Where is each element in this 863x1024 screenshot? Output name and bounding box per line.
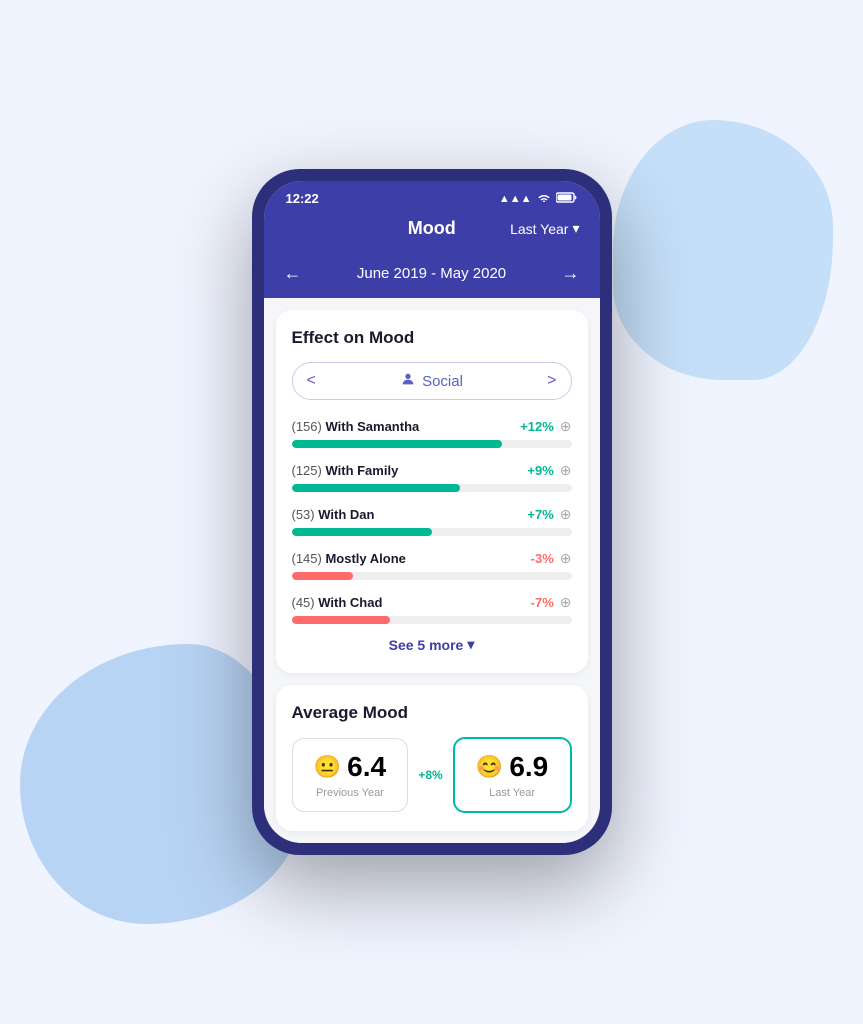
mood-row: (45) With Chad -7% ⊕ xyxy=(292,594,572,611)
mood-item: (45) With Chad -7% ⊕ xyxy=(292,594,572,624)
zoom-icon[interactable]: ⊕ xyxy=(560,462,572,479)
mood-label: (156) With Samantha xyxy=(292,419,420,434)
previous-year-box: 😐 6.4 Previous Year xyxy=(292,738,409,812)
see-more-button[interactable]: See 5 more ▾ xyxy=(292,628,572,655)
current-label: Last Year xyxy=(467,787,558,799)
current-value: 😊 6.9 xyxy=(467,751,558,783)
bar-fill xyxy=(292,484,460,492)
effect-on-mood-card: Effect on Mood < Social > xyxy=(276,310,588,673)
battery-icon xyxy=(556,192,578,206)
current-year-box: 😊 6.9 Last Year xyxy=(453,737,572,813)
mood-value: -7% xyxy=(531,595,554,610)
bar-track xyxy=(292,440,572,448)
blob-right xyxy=(613,120,833,380)
mood-label: (53) With Dan xyxy=(292,507,375,522)
mood-row: (125) With Family +9% ⊕ xyxy=(292,462,572,479)
bar-fill xyxy=(292,572,354,580)
bar-track xyxy=(292,616,572,624)
current-emoji: 😊 xyxy=(476,754,503,780)
previous-label: Previous Year xyxy=(305,787,396,799)
app-header: Mood Last Year ▾ xyxy=(264,212,600,253)
status-bar: 12:22 ▲▲▲ xyxy=(264,181,600,212)
category-prev-chevron[interactable]: < xyxy=(307,372,316,390)
mood-row: (156) With Samantha +12% ⊕ xyxy=(292,418,572,435)
mood-label: (125) With Family xyxy=(292,463,399,478)
time-label: 12:22 xyxy=(286,191,319,206)
period-chevron: ▾ xyxy=(572,220,579,237)
mood-items-list: (156) With Samantha +12% ⊕ (125) With Fa… xyxy=(292,418,572,624)
nav-next-button[interactable]: → xyxy=(562,263,580,284)
previous-number: 6.4 xyxy=(347,751,386,783)
nav-prev-button[interactable]: ← xyxy=(284,263,302,284)
previous-value: 😐 6.4 xyxy=(305,751,396,783)
phone-screen: 12:22 ▲▲▲ xyxy=(264,181,600,843)
current-number: 6.9 xyxy=(509,751,548,783)
zoom-icon[interactable]: ⊕ xyxy=(560,594,572,611)
mood-value: +9% xyxy=(527,463,553,478)
scene: 12:22 ▲▲▲ xyxy=(0,0,863,1024)
mood-item: (156) With Samantha +12% ⊕ xyxy=(292,418,572,448)
period-selector[interactable]: Last Year ▾ xyxy=(510,220,579,237)
mood-row: (145) Mostly Alone -3% ⊕ xyxy=(292,550,572,567)
wifi-icon xyxy=(537,192,551,205)
effect-card-title: Effect on Mood xyxy=(292,328,572,348)
period-label: Last Year xyxy=(510,221,568,237)
header-title: Mood xyxy=(408,218,456,239)
average-mood-card: Average Mood 😐 6.4 Previous Year +8% xyxy=(276,685,588,831)
nav-bar: ← June 2019 - May 2020 → xyxy=(264,253,600,298)
category-label: Social xyxy=(400,371,463,391)
mood-label: (45) With Chad xyxy=(292,595,383,610)
bar-track xyxy=(292,484,572,492)
see-more-label: See 5 more xyxy=(389,637,464,653)
bar-track xyxy=(292,528,572,536)
bar-track xyxy=(292,572,572,580)
change-badge: +8% xyxy=(418,768,442,782)
category-icon xyxy=(400,371,416,391)
previous-emoji: 😐 xyxy=(314,754,341,780)
average-mood-title: Average Mood xyxy=(292,703,572,723)
category-name: Social xyxy=(422,373,463,390)
zoom-icon[interactable]: ⊕ xyxy=(560,418,572,435)
zoom-icon[interactable]: ⊕ xyxy=(560,550,572,567)
avg-mood-row: 😐 6.4 Previous Year +8% 😊 6.9 Last Year xyxy=(292,737,572,813)
phone-frame: 12:22 ▲▲▲ xyxy=(252,169,612,855)
mood-value: -3% xyxy=(531,551,554,566)
content-area: Effect on Mood < Social > xyxy=(264,298,600,843)
mood-row: (53) With Dan +7% ⊕ xyxy=(292,506,572,523)
bar-fill xyxy=(292,528,432,536)
status-icons: ▲▲▲ xyxy=(499,192,578,206)
mood-item: (145) Mostly Alone -3% ⊕ xyxy=(292,550,572,580)
mood-item: (125) With Family +9% ⊕ xyxy=(292,462,572,492)
mood-value: +7% xyxy=(527,507,553,522)
zoom-icon[interactable]: ⊕ xyxy=(560,506,572,523)
bar-fill xyxy=(292,616,390,624)
category-selector[interactable]: < Social > xyxy=(292,362,572,400)
mood-item: (53) With Dan +7% ⊕ xyxy=(292,506,572,536)
category-next-chevron[interactable]: > xyxy=(547,372,556,390)
bar-fill xyxy=(292,440,502,448)
mood-value: +12% xyxy=(520,419,554,434)
mood-label: (145) Mostly Alone xyxy=(292,551,406,566)
date-range-label: June 2019 - May 2020 xyxy=(357,265,506,282)
signal-icon: ▲▲▲ xyxy=(499,193,532,205)
see-more-icon: ▾ xyxy=(467,636,474,653)
